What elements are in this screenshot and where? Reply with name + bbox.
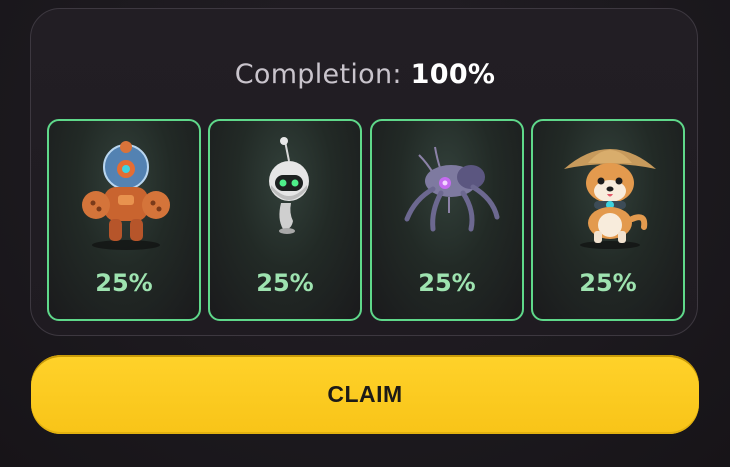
card-percent: 25% [256, 269, 314, 297]
claim-button[interactable]: CLAIM [31, 355, 699, 434]
reward-card-white-drone[interactable]: 25% [208, 119, 362, 321]
completion-panel: Completion: 100% 25% 25% 25% 25% [30, 8, 698, 336]
card-percent: 25% [579, 269, 637, 297]
completion-value: 100% [410, 59, 496, 90]
white-antenna-drone-icon [269, 137, 309, 234]
shiba-dog-straw-hat-icon [564, 149, 656, 249]
completion-status: Completion: 100% [31, 59, 699, 90]
card-percent: 25% [418, 269, 476, 297]
orange-armored-robot-icon [82, 141, 170, 250]
reward-card-shiba-dog[interactable]: 25% [531, 119, 685, 321]
purple-spider-robot-icon [404, 146, 500, 232]
reward-screen: Completion: 100% 25% 25% 25% 25% CLAIM [0, 0, 730, 467]
reward-card-orange-robot[interactable]: 25% [47, 119, 201, 321]
card-percent: 25% [95, 269, 153, 297]
reward-card-spider-bot[interactable]: 25% [370, 119, 524, 321]
completion-label: Completion: [234, 59, 402, 90]
